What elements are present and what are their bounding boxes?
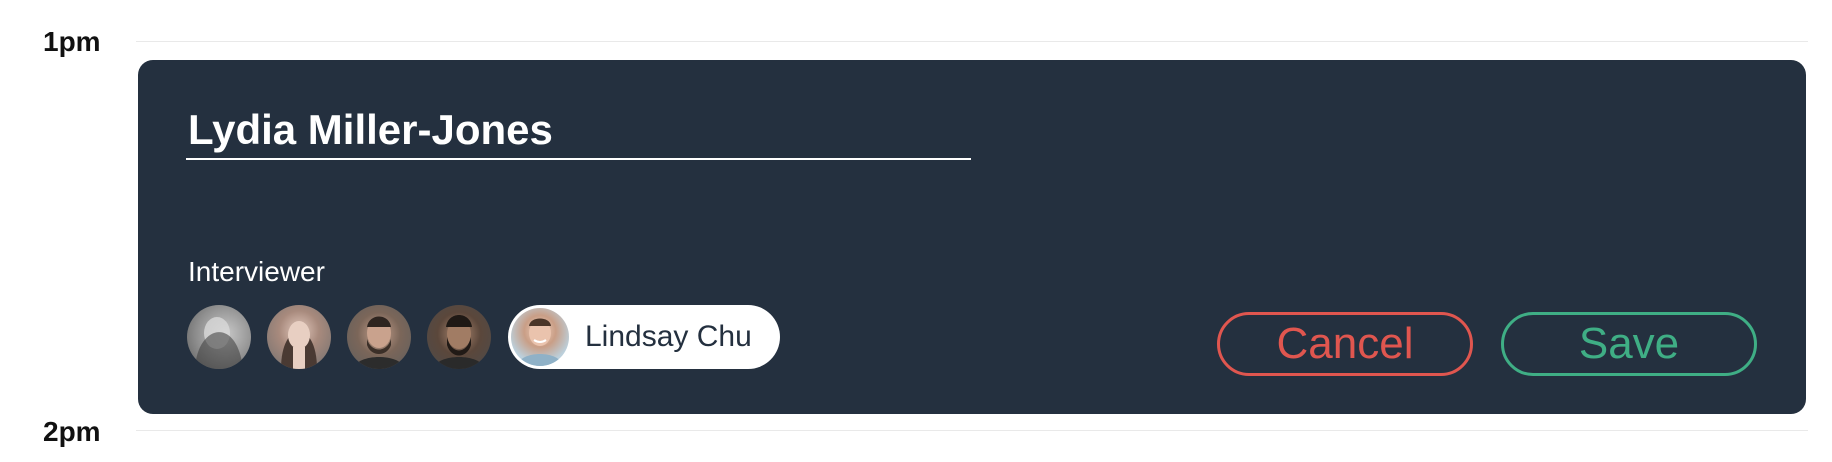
save-button[interactable]: Save: [1501, 312, 1757, 376]
cancel-button[interactable]: Cancel: [1217, 312, 1473, 376]
avatar-photo-icon: [353, 316, 405, 369]
candidate-name-value[interactable]: Lydia Miller-Jones: [188, 106, 553, 154]
interviewer-avatar-3[interactable]: [347, 305, 411, 369]
interviewer-avatar-2[interactable]: [267, 305, 331, 369]
selected-interviewer-name: Lindsay Chu: [585, 320, 752, 353]
interviewer-avatar-1[interactable]: [187, 305, 251, 369]
selected-interviewer-chip[interactable]: Lindsay Chu: [508, 305, 780, 369]
interview-event-card: Lydia Miller-Jones Interviewer Lindsay C…: [138, 60, 1806, 414]
interviewer-avatar-4[interactable]: [427, 305, 491, 369]
avatar-photo-icon: [281, 321, 317, 369]
selected-interviewer-avatar: [511, 308, 569, 366]
avatar-photo-icon: [433, 315, 485, 369]
avatar-photo-icon: [517, 318, 563, 366]
hour-label-1pm: 1pm: [43, 26, 101, 57]
calendar-day-view: 1pm 2pm Lydia Miller-Jones Interviewer L…: [0, 0, 1832, 462]
interviewer-label: Interviewer: [188, 256, 325, 287]
hour-divider: [136, 430, 1808, 431]
hour-divider: [136, 41, 1808, 42]
hour-label-2pm: 2pm: [43, 416, 101, 447]
candidate-name-field[interactable]: Lydia Miller-Jones: [186, 102, 971, 160]
avatar-photo-icon: [195, 317, 243, 369]
